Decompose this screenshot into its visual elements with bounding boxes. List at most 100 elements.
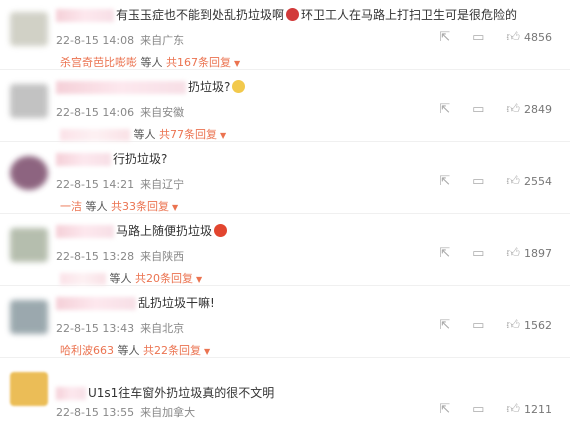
comment-list: 有玉玉症也不能到处乱扔垃圾啊 环卫工人在马路上打扫卫生可是很危险的 22-8-15… — [0, 0, 570, 423]
comment-actions: ⇱ ▭ 👍︎ 1562 — [417, 318, 552, 333]
caret-down-icon[interactable]: ▼ — [220, 131, 226, 140]
avatar[interactable] — [10, 228, 48, 262]
emoji-icon — [214, 224, 228, 237]
comment-meta: 22-8-15 14:08 来自广东 — [56, 32, 184, 48]
blurred-reply-user[interactable] — [60, 273, 106, 285]
comment-location: 来自加拿大 — [140, 406, 196, 419]
comment-meta: 22-8-15 13:43 来自北京 — [56, 320, 184, 336]
comment-text: U1s1往车窗外扔垃圾真的很不文明 — [88, 386, 275, 400]
comment-location: 来自安徽 — [140, 106, 185, 119]
blurred-reply-user[interactable] — [60, 129, 130, 141]
like-count: 4856 — [524, 31, 552, 44]
reply-summary[interactable]: 等人 共20条回复 ▼ — [60, 270, 202, 286]
comment-meta: 22-8-15 13:55 来自加拿大 — [56, 404, 195, 420]
reply-others: 等人 — [117, 344, 140, 357]
thumbs-up-icon[interactable]: 👍︎ — [506, 318, 520, 333]
like-count: 2849 — [524, 103, 552, 116]
comment-meta: 22-8-15 13:28 来自陕西 — [56, 248, 184, 264]
avatar[interactable] — [10, 156, 48, 190]
avatar[interactable] — [10, 12, 48, 46]
caret-down-icon[interactable]: ▼ — [204, 347, 210, 356]
comment-item: U1s1往车窗外扔垃圾真的很不文明 22-8-15 13:55 来自加拿大 ⇱ ▭… — [0, 360, 570, 430]
blurred-username[interactable] — [56, 387, 86, 400]
share-icon[interactable]: ⇱ — [439, 246, 450, 261]
thumbs-up-icon[interactable]: 👍︎ — [506, 174, 520, 189]
comment-item: 乱扔垃圾干嘛! 22-8-15 13:43 来自北京 ⇱ ▭ 👍︎ 1562 哈利… — [0, 288, 570, 358]
reply-summary[interactable]: 杀宫奇芭比嘭嘭 等人 共167条回复 ▼ — [60, 54, 240, 70]
emoji-icon — [232, 80, 246, 93]
comment-text-continued: 环卫工人在马路上打扫卫生可是很危险的 — [301, 8, 518, 22]
comment-text-line: 行扔垃圾? — [56, 150, 167, 167]
share-icon[interactable]: ⇱ — [439, 318, 450, 333]
thumbs-up-icon[interactable]: 👍︎ — [506, 402, 520, 417]
avatar[interactable] — [10, 372, 48, 406]
thumbs-up-icon[interactable]: 👍︎ — [506, 30, 520, 45]
blurred-username[interactable] — [56, 225, 114, 238]
avatar[interactable] — [10, 300, 48, 334]
reply-user[interactable]: 一洁 — [60, 200, 82, 213]
comment-item: 有玉玉症也不能到处乱扔垃圾啊 环卫工人在马路上打扫卫生可是很危险的 22-8-15… — [0, 0, 570, 70]
comment-time: 22-8-15 14:21 — [56, 178, 135, 191]
comment-location: 来自北京 — [140, 322, 185, 335]
like-count: 1897 — [524, 247, 552, 260]
thumbs-up-icon[interactable]: 👍︎ — [506, 102, 520, 117]
like-count: 1211 — [524, 403, 552, 416]
reply-others: 等人 — [85, 200, 108, 213]
reply-user[interactable]: 杀宫奇芭比嘭嘭 — [60, 56, 137, 69]
reply-count[interactable]: 共77条回复 — [159, 128, 217, 141]
comment-icon[interactable]: ▭ — [472, 318, 484, 333]
comment-meta: 22-8-15 14:21 来自辽宁 — [56, 176, 184, 192]
comment-location: 来自陕西 — [140, 250, 185, 263]
comment-item: 扔垃圾? 22-8-15 14:06 来自安徽 ⇱ ▭ 👍︎ 2849 等人 共7… — [0, 72, 570, 142]
comment-time: 22-8-15 13:43 — [56, 322, 135, 335]
share-icon[interactable]: ⇱ — [439, 30, 450, 45]
blurred-username[interactable] — [56, 297, 136, 310]
comment-icon[interactable]: ▭ — [472, 174, 484, 189]
reply-count[interactable]: 共33条回复 — [111, 200, 169, 213]
reply-count[interactable]: 共20条回复 — [135, 272, 193, 285]
comment-time: 22-8-15 14:08 — [56, 34, 135, 47]
comment-time: 22-8-15 13:55 — [56, 406, 135, 419]
comment-actions: ⇱ ▭ 👍︎ 2849 — [417, 102, 552, 117]
share-icon[interactable]: ⇱ — [439, 402, 450, 417]
comment-actions: ⇱ ▭ 👍︎ 2554 — [417, 174, 552, 189]
thumbs-up-icon[interactable]: 👍︎ — [506, 246, 520, 261]
reply-count[interactable]: 共167条回复 — [166, 56, 231, 69]
comment-item: 马路上随便扔垃圾 22-8-15 13:28 来自陕西 ⇱ ▭ 👍︎ 1897 等… — [0, 216, 570, 286]
comment-time: 22-8-15 13:28 — [56, 250, 135, 263]
comment-icon[interactable]: ▭ — [472, 402, 484, 417]
emoji-icon — [286, 8, 300, 21]
reply-others: 等人 — [109, 272, 132, 285]
reply-summary[interactable]: 等人 共77条回复 ▼ — [60, 126, 226, 142]
comment-text: 马路上随便扔垃圾 — [116, 224, 213, 238]
caret-down-icon[interactable]: ▼ — [172, 203, 178, 212]
comment-text-line: 乱扔垃圾干嘛! — [56, 294, 215, 311]
caret-down-icon[interactable]: ▼ — [234, 59, 240, 68]
reply-others: 等人 — [140, 56, 163, 69]
comment-actions: ⇱ ▭ 👍︎ 4856 — [417, 30, 552, 45]
blurred-username[interactable] — [56, 153, 111, 166]
comment-text-line: 有玉玉症也不能到处乱扔垃圾啊 环卫工人在马路上打扫卫生可是很危险的 — [56, 6, 517, 23]
like-count: 2554 — [524, 175, 552, 188]
caret-down-icon[interactable]: ▼ — [196, 275, 202, 284]
comment-text-line: 扔垃圾? — [56, 78, 247, 95]
comment-text: 有玉玉症也不能到处乱扔垃圾啊 — [116, 8, 285, 22]
reply-others: 等人 — [133, 128, 156, 141]
comment-text: 扔垃圾? — [188, 80, 231, 94]
share-icon[interactable]: ⇱ — [439, 174, 450, 189]
blurred-username[interactable] — [56, 81, 186, 94]
avatar[interactable] — [10, 84, 48, 118]
blurred-username[interactable] — [56, 9, 114, 22]
comment-item: 行扔垃圾? 22-8-15 14:21 来自辽宁 ⇱ ▭ 👍︎ 2554 一洁 等… — [0, 144, 570, 214]
reply-summary[interactable]: 哈利波663 等人 共22条回复 ▼ — [60, 342, 210, 358]
reply-summary[interactable]: 一洁 等人 共33条回复 ▼ — [60, 198, 178, 214]
comment-meta: 22-8-15 14:06 来自安徽 — [56, 104, 184, 120]
reply-user[interactable]: 哈利波663 — [60, 344, 114, 357]
share-icon[interactable]: ⇱ — [439, 102, 450, 117]
comment-icon[interactable]: ▭ — [472, 102, 484, 117]
comment-icon[interactable]: ▭ — [472, 246, 484, 261]
comment-icon[interactable]: ▭ — [472, 30, 484, 45]
reply-count[interactable]: 共22条回复 — [143, 344, 201, 357]
comment-text-line: U1s1往车窗外扔垃圾真的很不文明 — [56, 384, 274, 401]
comment-location: 来自广东 — [140, 34, 185, 47]
